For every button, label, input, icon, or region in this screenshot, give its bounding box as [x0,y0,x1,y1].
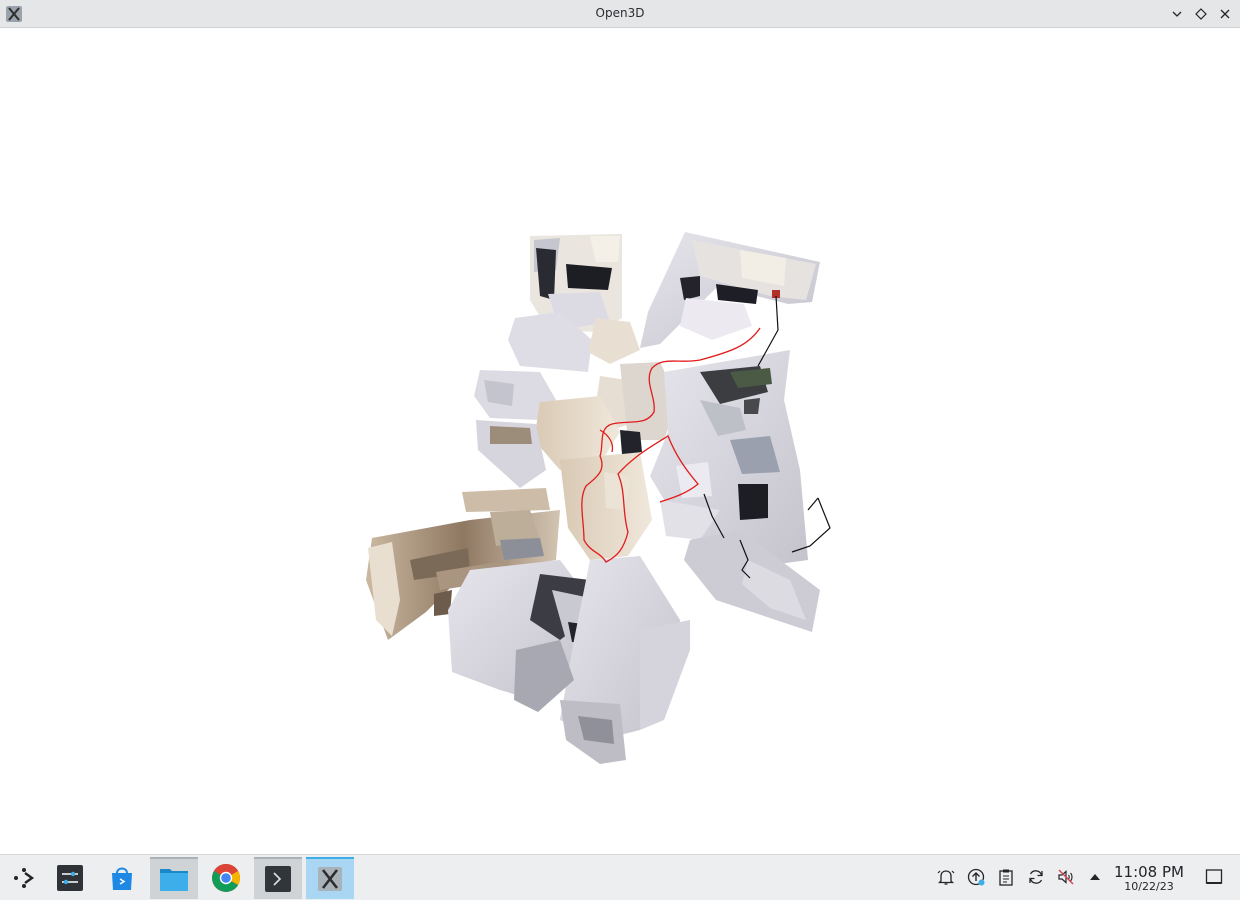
close-button[interactable] [1216,5,1234,23]
clock-date[interactable]: 10/22/23 [1108,880,1190,893]
maximize-icon [1195,8,1207,20]
expand-tray-icon [1090,874,1100,880]
chrome-icon [212,864,240,892]
point-cloud-render[interactable] [0,28,1240,854]
notifications-button[interactable] [936,867,956,887]
clock-time[interactable]: 11:08 PM [1108,863,1190,881]
updates-button[interactable] [966,867,986,887]
window-title: Open3D [595,6,645,20]
file-manager-button[interactable] [150,857,198,899]
updates-icon [967,868,985,886]
discover-button[interactable] [98,857,146,899]
volume-muted-icon [1058,869,1074,885]
chrome-button[interactable] [202,857,250,899]
reconstructed-mesh [366,232,820,764]
taskbar [0,854,1240,900]
settings-sliders-icon [57,865,83,891]
store-bag-icon [112,867,132,890]
minimize-button[interactable] [1168,5,1186,23]
terminal-button[interactable] [254,857,302,899]
volume-button[interactable] [1056,867,1076,887]
terminal-icon [265,866,291,892]
close-icon [1220,9,1230,19]
system-settings-button[interactable] [46,857,94,899]
x11-app-icon [318,867,342,891]
folder-icon [160,869,188,891]
clipboard-icon [999,869,1013,886]
window-titlebar[interactable]: Open3D [0,0,1240,28]
open3d-viewport[interactable] [0,28,1240,854]
minimize-icon [1172,11,1182,17]
clipboard-button[interactable] [996,867,1016,887]
sync-icon [1029,870,1043,884]
open3d-window-button[interactable] [306,857,354,899]
maximize-button[interactable] [1192,5,1210,23]
notifications-icon [937,870,955,885]
kde-launcher-icon [14,868,35,888]
application-launcher-button[interactable] [0,857,48,899]
expand-tray-button[interactable] [1085,867,1105,887]
show-desktop-button[interactable] [1204,867,1224,887]
show-desktop-icon [1205,869,1223,884]
sync-button[interactable] [1026,867,1046,887]
